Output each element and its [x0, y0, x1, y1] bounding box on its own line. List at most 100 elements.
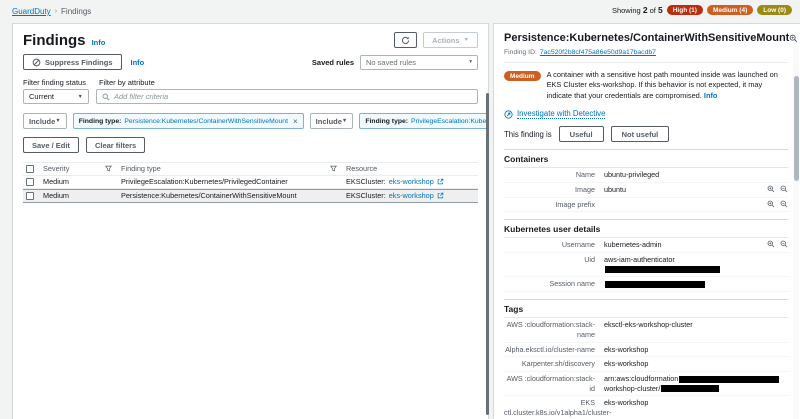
filter-in-icon[interactable] — [789, 34, 798, 43]
remove-filter-icon[interactable]: × — [293, 117, 298, 126]
detective-icon — [504, 110, 513, 119]
resource-link[interactable]: eks-workshop — [389, 177, 434, 186]
saved-rules-label: Saved rules — [312, 58, 354, 67]
detail-row-value: eksctl-eks-workshop-cluster — [604, 320, 788, 330]
findings-info-link[interactable]: Info — [92, 38, 106, 47]
detail-row: Uidaws-iam-authenticator — [504, 253, 788, 277]
detail-row: Nameubuntu-privileged — [504, 168, 788, 183]
detail-row-label: Session name — [504, 279, 604, 289]
detail-row-value: aws-iam-authenticator — [604, 255, 788, 274]
page-title-group: Findings Info — [23, 32, 105, 49]
include-select-1[interactable]: Include ▼ — [23, 113, 67, 129]
chevron-down-icon: ▼ — [78, 94, 83, 100]
finding-description: Medium A container with a sensitive host… — [504, 70, 788, 101]
finding-detail-panel: Persistence:Kubernetes/ContainerWithSens… — [493, 23, 800, 419]
saved-rules-select[interactable]: No saved rules ▾ — [360, 55, 478, 70]
refresh-button[interactable] — [394, 32, 417, 48]
detail-row: Image prefix — [504, 198, 788, 213]
detail-row-label: Alpha.eksctl.io/cluster-name — [504, 345, 604, 355]
redacted-value — [605, 281, 705, 288]
suppress-findings-button[interactable]: Suppress Findings — [23, 54, 122, 70]
resource-type: EKSCluster: — [346, 191, 386, 200]
detail-row-value: eks-workshop — [604, 398, 788, 408]
detail-row-label: Karpenter.sh/discovery — [504, 359, 604, 369]
page-title: Findings — [23, 32, 86, 49]
findings-table: Severity Finding type Resource Medium Pr… — [23, 162, 478, 203]
filter-chip-privilege-escalation[interactable]: Finding type: PrivilegeEscalation:Kubern… — [359, 113, 489, 129]
detail-row-value: ubuntu-privileged — [604, 170, 788, 180]
resource-link[interactable]: eks-workshop — [389, 191, 434, 200]
chevron-down-icon: ▼ — [464, 37, 469, 43]
save-edit-button[interactable]: Save / Edit — [23, 137, 79, 153]
row-checkbox[interactable] — [26, 178, 34, 186]
findings-panel-scrollbar[interactable] — [486, 93, 489, 415]
resource-type: EKSCluster: — [346, 177, 386, 186]
include-select-2[interactable]: Include ▼ — [310, 113, 354, 129]
filter-in-icon[interactable] — [767, 200, 775, 208]
chevron-down-icon: ▼ — [55, 118, 60, 124]
filter-chip-persistence[interactable]: Finding type: Persistence:Kubernetes/Con… — [73, 113, 304, 129]
medium-count-badge[interactable]: Medium (4) — [707, 5, 753, 15]
not-useful-button[interactable]: Not useful — [611, 126, 670, 142]
suppress-info-link[interactable]: Info — [131, 58, 145, 67]
section-title: Containers — [504, 149, 788, 168]
useful-button[interactable]: Useful — [559, 126, 604, 142]
breadcrumb-separator-icon: › — [55, 8, 57, 15]
filter-status-label: Filter finding status — [23, 78, 89, 87]
detail-row-label: Name — [504, 170, 604, 180]
detail-row-label: AWS :cloudformation:stack-name — [504, 320, 604, 339]
finding-type-cell: PrivilegeEscalation:Kubernetes/Privilege… — [121, 177, 330, 186]
detail-row-value: eks-workshop — [604, 359, 788, 369]
detail-row: Imageubuntu — [504, 183, 788, 198]
description-info-link[interactable]: Info — [704, 91, 718, 100]
filter-search-input[interactable]: Add filter criteria — [96, 89, 478, 104]
severity-column-header[interactable]: Severity — [43, 164, 105, 173]
filter-in-icon[interactable] — [767, 185, 775, 193]
search-placeholder: Add filter criteria — [114, 92, 168, 101]
detail-row-label: Image prefix — [504, 200, 604, 210]
actions-button[interactable]: Actions ▼ — [423, 32, 478, 48]
detail-sections: ContainersNameubuntu-privilegedImageubun… — [504, 149, 788, 419]
finding-type-cell: Persistence:Kubernetes/ContainerWithSens… — [121, 191, 330, 200]
detail-row: Session name — [504, 277, 788, 292]
section-title: Kubernetes user details — [504, 219, 788, 238]
breadcrumb-guardduty-link[interactable]: GuardDuty — [12, 7, 51, 16]
clear-filters-button[interactable]: Clear filters — [86, 137, 145, 153]
table-row-selected[interactable]: Medium Persistence:Kubernetes/ContainerW… — [23, 189, 478, 203]
severity-cell: Medium — [43, 177, 105, 186]
low-count-badge[interactable]: Low (0) — [757, 5, 792, 15]
table-row[interactable]: Medium PrivilegeEscalation:Kubernetes/Pr… — [23, 176, 478, 190]
investigate-detective-link[interactable]: Investigate with Detective — [517, 109, 605, 119]
filter-out-icon[interactable] — [780, 200, 788, 208]
filter-out-icon[interactable] — [780, 240, 788, 248]
detail-row: AWS :cloudformation:stack-nameeksctl-eks… — [504, 318, 788, 342]
finding-type-filter-icon[interactable] — [330, 165, 346, 172]
select-all-checkbox[interactable] — [26, 165, 34, 173]
detail-row-value — [604, 279, 788, 289]
resource-column-header[interactable]: Resource — [346, 164, 478, 173]
severity-cell: Medium — [43, 191, 105, 200]
status-select[interactable]: Current ▼ — [23, 89, 89, 104]
suppress-icon — [32, 58, 41, 67]
detail-panel-scrollbar-thumb[interactable] — [794, 76, 799, 181]
chevron-down-icon: ▼ — [342, 118, 347, 124]
finding-type-column-header[interactable]: Finding type — [121, 164, 330, 173]
detail-row: AWS :cloudformation:stack-idarn:aws:clou… — [504, 372, 788, 396]
table-header-row: Severity Finding type Resource — [23, 162, 478, 176]
detail-row-label: AWS :cloudformation:stack-id — [504, 374, 604, 393]
filter-in-icon[interactable] — [767, 240, 775, 248]
detail-row-value: eks-workshop — [604, 345, 788, 355]
redacted-value — [679, 376, 779, 383]
finding-id-link[interactable]: 7ac520f2b8cf475a86e50d9a17bacdb7 — [540, 49, 656, 56]
high-count-badge[interactable]: High (1) — [667, 5, 703, 15]
severity-filter-icon[interactable] — [105, 165, 121, 172]
breadcrumb: GuardDuty › Findings — [12, 7, 91, 16]
search-icon — [102, 93, 110, 101]
row-checkbox[interactable] — [26, 192, 34, 200]
detail-section: ContainersNameubuntu-privilegedImageubun… — [504, 149, 788, 212]
severity-badge: Medium — [504, 71, 541, 81]
redacted-value — [661, 385, 719, 392]
filter-out-icon[interactable] — [780, 185, 788, 193]
redacted-value — [605, 266, 720, 273]
detail-section: Kubernetes user detailsUsernamekubernete… — [504, 219, 788, 292]
